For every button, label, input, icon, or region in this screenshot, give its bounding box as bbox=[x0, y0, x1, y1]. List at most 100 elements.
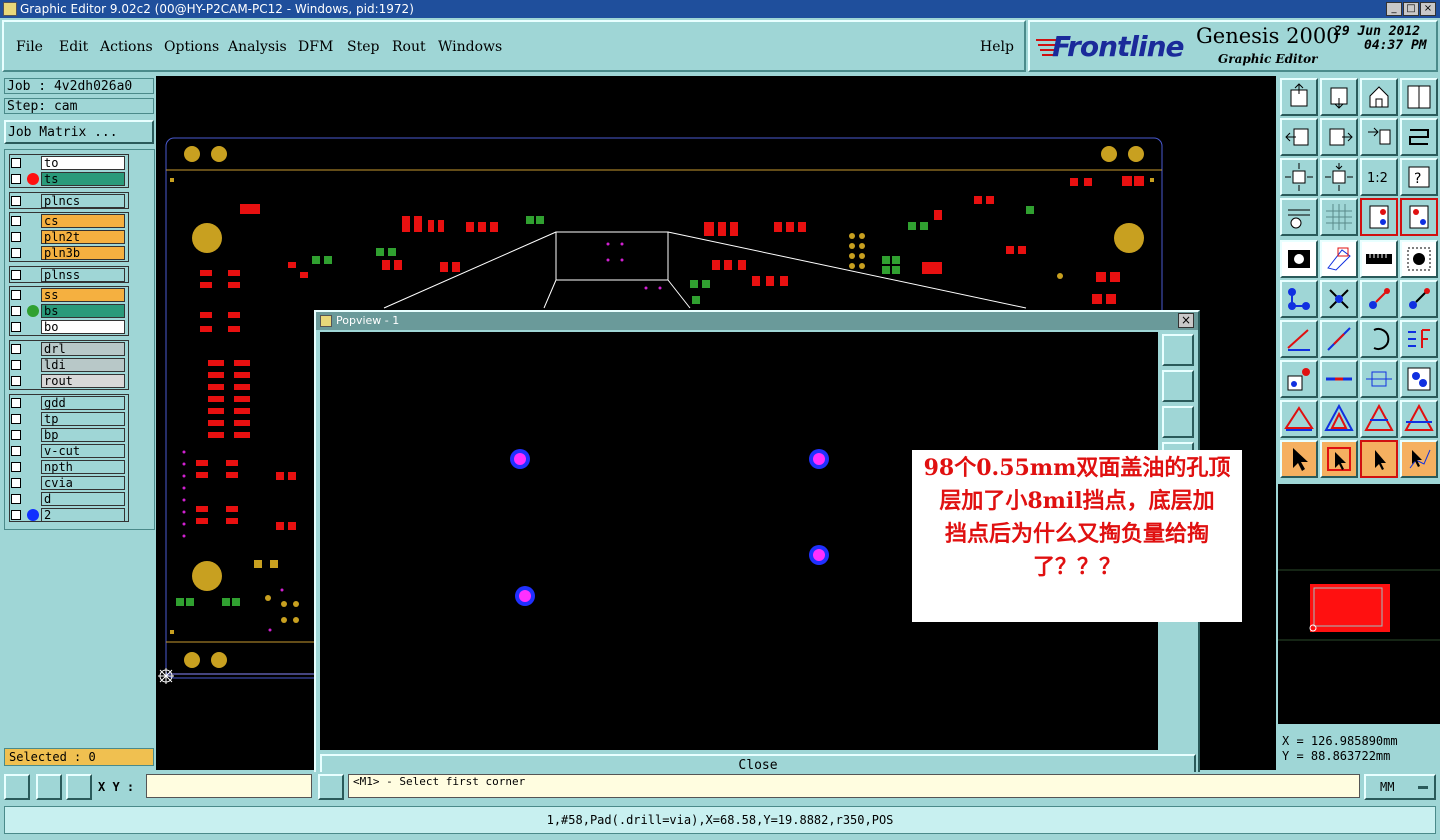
layer-checkbox[interactable] bbox=[11, 306, 21, 316]
layer-checkbox[interactable] bbox=[11, 158, 21, 168]
layer-row-cvia[interactable]: cvia bbox=[7, 476, 127, 490]
layer-checkbox[interactable] bbox=[11, 216, 21, 226]
mirror-icon[interactable] bbox=[1400, 320, 1438, 358]
layer-checkbox[interactable] bbox=[11, 270, 21, 280]
layer-checkbox[interactable] bbox=[11, 510, 21, 520]
layer-display-icon[interactable] bbox=[1360, 198, 1398, 236]
layer-checkbox[interactable] bbox=[11, 196, 21, 206]
layer-row-ldi[interactable]: ldi bbox=[7, 358, 127, 372]
layer-row-to[interactable]: to bbox=[7, 156, 127, 170]
angle-mode-icon[interactable] bbox=[36, 774, 62, 800]
popview-zoom-icon[interactable] bbox=[1162, 334, 1194, 366]
popview-zoom-out-icon[interactable] bbox=[1162, 406, 1194, 438]
menu-step[interactable]: Step bbox=[347, 39, 379, 55]
copy-feature-icon[interactable] bbox=[1400, 280, 1438, 318]
layer-checkbox[interactable] bbox=[11, 446, 21, 456]
net-connect-icon[interactable] bbox=[1280, 280, 1318, 318]
draw-line-icon[interactable] bbox=[1320, 320, 1358, 358]
pan-left-icon[interactable] bbox=[1280, 118, 1318, 156]
redraw-icon[interactable] bbox=[1400, 118, 1438, 156]
menu-dfm[interactable]: DFM bbox=[298, 39, 333, 55]
break-line-icon[interactable] bbox=[1320, 360, 1358, 398]
layer-row-bo[interactable]: bo bbox=[7, 320, 127, 334]
layer-compare-icon[interactable] bbox=[1400, 198, 1438, 236]
menu-help[interactable]: Help bbox=[980, 39, 1014, 55]
swap-view-icon[interactable] bbox=[1360, 118, 1398, 156]
menu-windows[interactable]: Windows bbox=[438, 39, 502, 55]
menu-file[interactable]: File bbox=[16, 39, 43, 55]
layer-checkbox[interactable] bbox=[11, 462, 21, 472]
home-icon[interactable] bbox=[1360, 78, 1398, 116]
menu-analysis[interactable]: Analysis bbox=[228, 39, 287, 55]
layer-row-pln3b[interactable]: pln3b bbox=[7, 246, 127, 260]
split-view-icon[interactable] bbox=[1400, 78, 1438, 116]
pan-right-icon[interactable] bbox=[1320, 118, 1358, 156]
pointer-area-icon[interactable] bbox=[1360, 440, 1398, 478]
layer-checkbox[interactable] bbox=[11, 344, 21, 354]
layer-row-cs[interactable]: cs bbox=[7, 214, 127, 228]
layer-row-v-cut[interactable]: v-cut bbox=[7, 444, 127, 458]
layer-row-gdd[interactable]: gdd bbox=[7, 396, 127, 410]
snap-mode-icon[interactable] bbox=[4, 774, 30, 800]
layer-row-bs[interactable]: bs bbox=[7, 304, 127, 318]
add-line-icon[interactable] bbox=[1280, 320, 1318, 358]
pointer-select-icon[interactable] bbox=[1280, 440, 1318, 478]
zoom-fit-icon[interactable] bbox=[1320, 78, 1358, 116]
layer-checkbox[interactable] bbox=[11, 376, 21, 386]
pointer-net-icon[interactable] bbox=[1400, 440, 1438, 478]
layer-checkbox[interactable] bbox=[11, 174, 21, 184]
window-close-button[interactable]: × bbox=[1420, 2, 1436, 16]
group-features-icon[interactable] bbox=[1400, 360, 1438, 398]
alert-icon[interactable] bbox=[318, 774, 344, 800]
ruler-icon[interactable] bbox=[1360, 240, 1398, 278]
resize-icon[interactable] bbox=[1360, 360, 1398, 398]
window-title-bar[interactable]: Graphic Editor 9.02c2 (00@HY-P2CAM-PC12 … bbox=[0, 0, 1440, 18]
help-icon[interactable]: ? bbox=[1400, 158, 1438, 196]
layer-row-tp[interactable]: tp bbox=[7, 412, 127, 426]
layer-row-plnss[interactable]: plnss bbox=[7, 268, 127, 282]
snap-pad-icon[interactable] bbox=[1280, 360, 1318, 398]
grid-icon[interactable] bbox=[1320, 198, 1358, 236]
overview-preview[interactable] bbox=[1278, 484, 1440, 724]
xy-input[interactable] bbox=[146, 774, 312, 798]
zoom-home-icon[interactable] bbox=[1280, 78, 1318, 116]
popview-title-bar[interactable]: Popview - 1 × bbox=[316, 312, 1198, 330]
layer-checkbox[interactable] bbox=[11, 494, 21, 504]
popview-close-icon[interactable]: × bbox=[1178, 313, 1194, 328]
menu-edit[interactable]: Edit bbox=[59, 39, 88, 55]
menu-options[interactable]: Options bbox=[164, 39, 219, 55]
menu-rout[interactable]: Rout bbox=[392, 39, 426, 55]
job-matrix-button[interactable]: Job Matrix ... bbox=[4, 120, 154, 144]
layer-checkbox[interactable] bbox=[11, 414, 21, 424]
layer-row-d[interactable]: d bbox=[7, 492, 127, 506]
layer-checkbox[interactable] bbox=[11, 398, 21, 408]
arc-icon[interactable] bbox=[1360, 320, 1398, 358]
layer-row-npth[interactable]: npth bbox=[7, 460, 127, 474]
units-select[interactable]: MM bbox=[1364, 774, 1436, 800]
layer-row-plncs[interactable]: plncs bbox=[7, 194, 127, 208]
layer-row-2[interactable]: 2 bbox=[7, 508, 127, 522]
scale-1-to-2-icon[interactable]: 1:2 bbox=[1360, 158, 1398, 196]
zoom-in-icon[interactable] bbox=[1280, 158, 1318, 196]
layer-checkbox[interactable] bbox=[11, 360, 21, 370]
popview-zoom-in-icon[interactable] bbox=[1162, 370, 1194, 402]
delete-feature-icon[interactable] bbox=[1320, 280, 1358, 318]
layer-checkbox[interactable] bbox=[11, 478, 21, 488]
polygon-edit-icon[interactable] bbox=[1320, 400, 1358, 438]
select-area-icon[interactable] bbox=[1400, 240, 1438, 278]
surface-cut-icon[interactable] bbox=[1400, 400, 1438, 438]
layer-row-ss[interactable]: ss bbox=[7, 288, 127, 302]
zoom-out-icon[interactable] bbox=[1320, 158, 1358, 196]
pointer-box-icon[interactable] bbox=[1320, 440, 1358, 478]
surface-icon[interactable] bbox=[1360, 400, 1398, 438]
layer-checkbox[interactable] bbox=[11, 248, 21, 258]
grid-snap-icon[interactable] bbox=[66, 774, 92, 800]
layer-row-bp[interactable]: bp bbox=[7, 428, 127, 442]
layer-row-pln2t[interactable]: pln2t bbox=[7, 230, 127, 244]
layer-checkbox[interactable] bbox=[11, 232, 21, 242]
pad-feature-icon[interactable] bbox=[1280, 240, 1318, 278]
layer-row-drl[interactable]: drl bbox=[7, 342, 127, 356]
menu-actions[interactable]: Actions bbox=[100, 39, 153, 55]
layer-checkbox[interactable] bbox=[11, 322, 21, 332]
move-feature-icon[interactable] bbox=[1360, 280, 1398, 318]
